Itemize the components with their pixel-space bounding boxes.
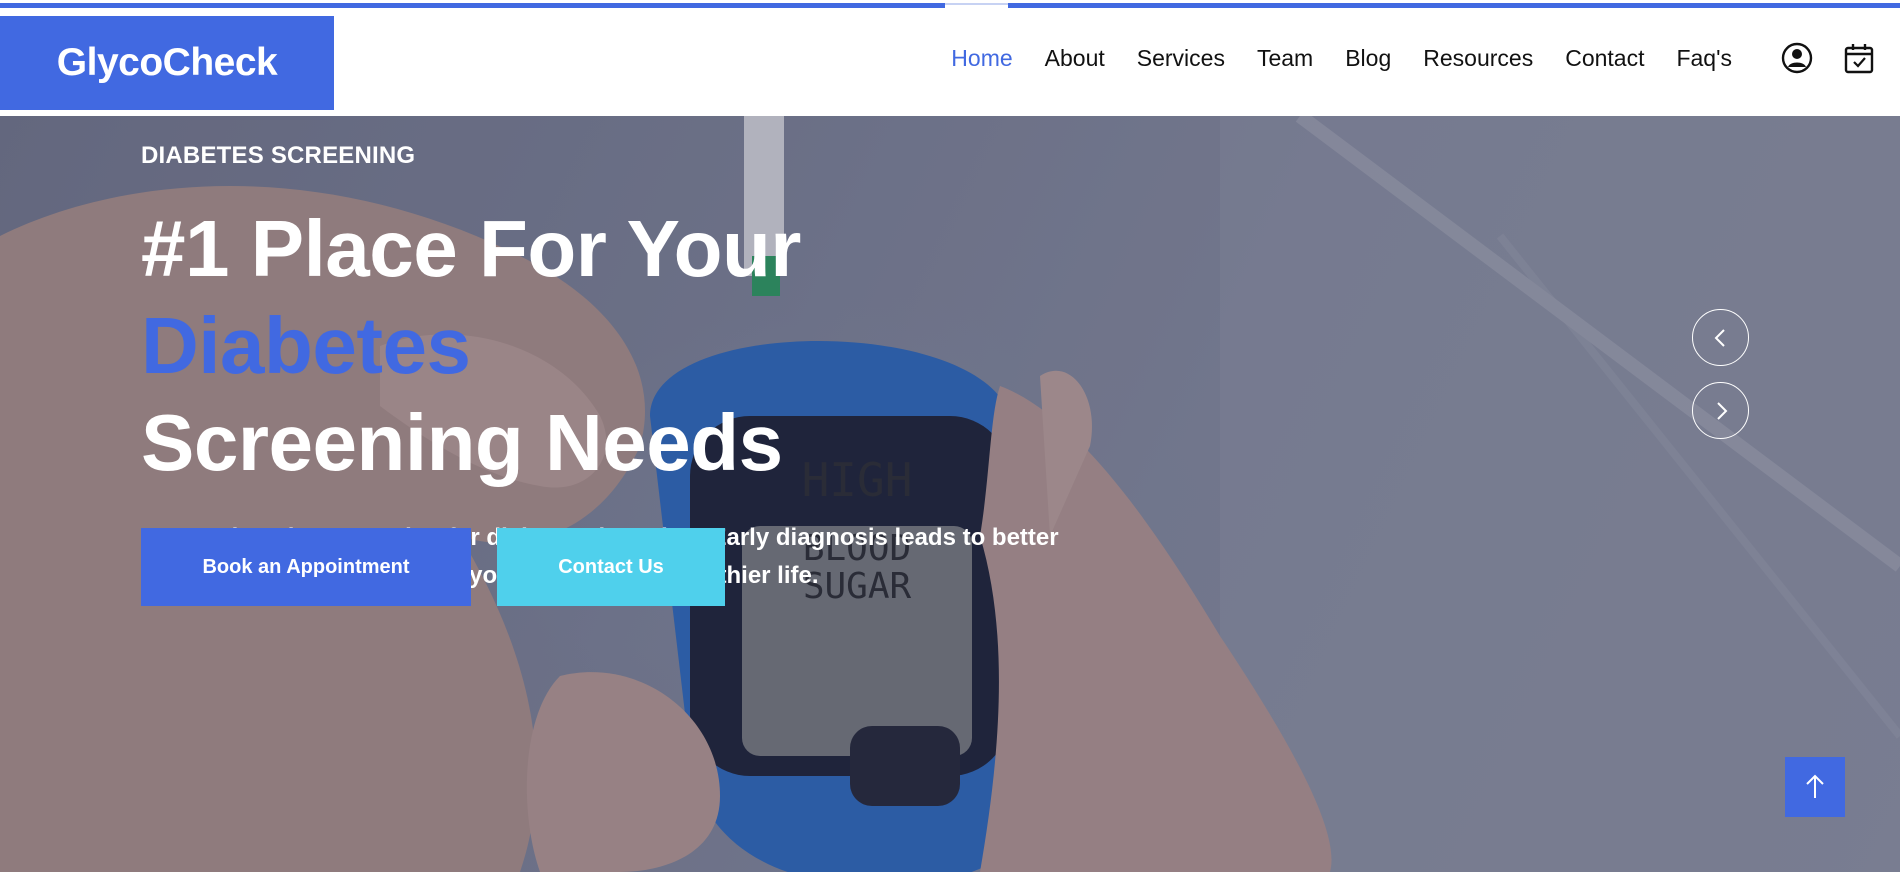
user-icon[interactable] <box>1780 41 1814 75</box>
hero-eyebrow: DIABETES SCREENING <box>141 142 416 169</box>
top-accent-bar-gap <box>945 3 1008 5</box>
calendar-check-icon[interactable] <box>1842 41 1876 75</box>
nav-item-team[interactable]: Team <box>1241 45 1329 72</box>
hero-headline-part2: Screening Needs <box>141 398 783 487</box>
nav-item-home[interactable]: Home <box>935 45 1028 72</box>
hero-headline: #1 Place For Your Diabetes Screening Nee… <box>141 200 1141 491</box>
header-icon-group <box>1780 8 1876 108</box>
arrow-up-icon <box>1806 774 1824 798</box>
nav-item-contact[interactable]: Contact <box>1549 45 1660 72</box>
nav-item-blog[interactable]: Blog <box>1329 45 1407 72</box>
hero-headline-accent: Diabetes <box>141 301 471 390</box>
chevron-left-icon <box>1714 328 1725 347</box>
brand-logo[interactable]: GlycoCheck <box>0 16 334 110</box>
chevron-right-icon <box>1716 401 1727 420</box>
back-to-top-button[interactable] <box>1785 757 1845 817</box>
slider-prev-button[interactable] <box>1692 309 1749 366</box>
main-nav: Home About Services Team Blog Resources … <box>935 8 1748 108</box>
top-accent-bar <box>0 0 1900 8</box>
hero-section: HIGH BLOOD SUGAR DIABETES SCREENING #1 P… <box>0 116 1900 872</box>
nav-item-faqs[interactable]: Faq's <box>1660 45 1748 72</box>
site-header: GlycoCheck Home About Services Team Blog… <box>0 8 1900 116</box>
page: GlycoCheck Home About Services Team Blog… <box>0 0 1900 872</box>
nav-item-services[interactable]: Services <box>1121 45 1241 72</box>
nav-item-about[interactable]: About <box>1029 45 1121 72</box>
slider-next-button[interactable] <box>1692 382 1749 439</box>
contact-us-button[interactable]: Contact Us <box>497 528 725 606</box>
nav-item-resources[interactable]: Resources <box>1407 45 1549 72</box>
hero-headline-part1: #1 Place For Your <box>141 204 801 293</box>
book-appointment-button[interactable]: Book an Appointment <box>141 528 471 606</box>
hero-cta-group: Book an Appointment Contact Us <box>141 528 725 606</box>
